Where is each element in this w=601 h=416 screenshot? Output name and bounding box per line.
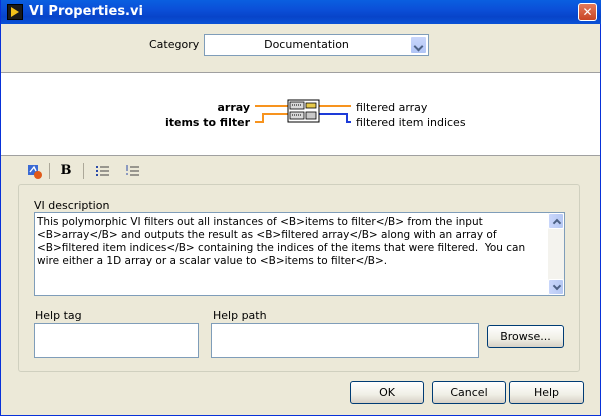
vi-description-textarea[interactable]: This polymorphic VI filters out all inst… — [34, 212, 565, 296]
vi-icon — [287, 99, 320, 123]
help-tag-field[interactable] — [34, 323, 199, 358]
labview-icon — [7, 4, 23, 20]
style-glyph — [28, 165, 42, 179]
vi-description-text: This polymorphic VI filters out all inst… — [37, 216, 529, 267]
help-path-label: Help path — [213, 309, 267, 322]
vi-properties-dialog: VI Properties.vi ✕ Category Documentatio… — [0, 0, 601, 416]
output-terminal-filtered-array: filtered array — [356, 101, 428, 114]
browse-button[interactable]: Browse... — [487, 325, 564, 348]
bullet-glyph — [96, 166, 109, 176]
insert-style-icon[interactable] — [25, 162, 43, 180]
output-terminal-filtered-item-indices: filtered item indices — [356, 116, 466, 129]
vertical-scrollbar[interactable] — [548, 213, 564, 295]
category-value: Documentation — [264, 38, 349, 51]
help-tag-label: Help tag — [35, 309, 82, 322]
input-terminal-array: array — [217, 101, 250, 114]
toolbar-separator — [83, 163, 84, 179]
bold-icon[interactable]: B — [57, 162, 75, 180]
input-terminal-items-to-filter: items to filter — [164, 116, 250, 129]
title-bar[interactable]: VI Properties.vi ✕ — [1, 0, 601, 24]
help-button[interactable]: Help — [509, 381, 584, 404]
number-glyph — [126, 165, 139, 176]
category-dropdown[interactable]: Documentation — [204, 34, 429, 56]
scroll-up-icon[interactable] — [548, 213, 564, 229]
items-to-filter-wire — [255, 113, 288, 123]
help-path-field[interactable] — [211, 323, 479, 358]
close-button[interactable]: ✕ — [578, 3, 597, 21]
vi-description-label: VI description — [34, 199, 110, 212]
chevron-down-icon[interactable] — [410, 36, 427, 54]
toolbar-separator — [49, 163, 50, 179]
filtered-indices-wire — [319, 113, 351, 123]
connector-pane: array items to filter filtered array fil… — [1, 72, 600, 156]
window-title: VI Properties.vi — [29, 4, 143, 19]
category-label: Category — [149, 38, 200, 51]
cancel-button[interactable]: Cancel — [432, 381, 506, 404]
ok-button[interactable]: OK — [350, 381, 424, 404]
numbered-list-icon[interactable] — [124, 162, 142, 180]
scroll-down-icon[interactable] — [548, 279, 564, 295]
bullet-list-icon[interactable] — [94, 162, 112, 180]
connector-wires — [255, 99, 351, 123]
